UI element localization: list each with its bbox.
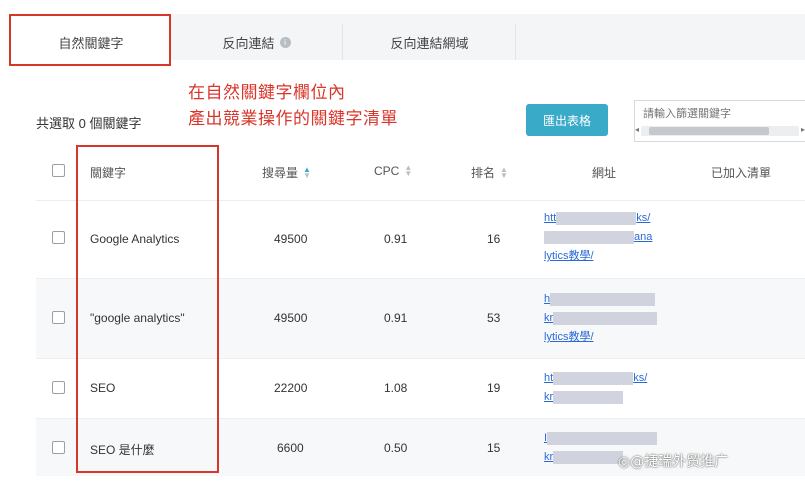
url-link[interactable]: lytics教學/ — [544, 247, 684, 266]
row-checkbox[interactable] — [52, 311, 65, 324]
cpc-cell: 1.08 — [384, 381, 408, 395]
tab-organic-keywords[interactable]: 自然關鍵字 — [12, 24, 170, 60]
tab-label: 自然關鍵字 — [58, 35, 124, 51]
tab-bar: 自然關鍵字 反向連結 i 反向連結網域 — [0, 14, 805, 60]
sort-icon: ▲ ▼ — [303, 164, 311, 180]
volume-cell: 22200 — [274, 381, 308, 395]
sort-icon: ▲ ▼ — [404, 163, 413, 178]
volume-cell: 6600 — [277, 441, 304, 455]
keyword-cell: "google analytics" — [90, 311, 185, 325]
row-checkbox[interactable] — [52, 441, 65, 454]
header-url: 網址 — [592, 166, 617, 180]
header-rank-label: 排名 — [471, 166, 496, 180]
redacted-block — [553, 371, 634, 385]
redacted-block — [547, 431, 658, 445]
url-text: htt — [544, 212, 557, 224]
select-all-checkbox[interactable] — [52, 164, 65, 177]
url-text: ana — [634, 231, 653, 243]
annotation-line-2: 產出競業操作的關鍵字清單 — [188, 109, 398, 129]
url-text: kr — [544, 451, 554, 463]
url-link[interactable]: htt ks/ — [544, 209, 684, 228]
url-cell[interactable]: ht ks/ kr — [544, 369, 684, 407]
selected-count: 共選取 0 個關鍵字 — [36, 116, 142, 131]
redacted-block — [553, 450, 624, 464]
tab-referring-domains[interactable]: 反向連結網域 — [344, 24, 516, 60]
rank-cell: 15 — [487, 441, 501, 455]
header-volume[interactable]: 搜尋量 ▲ ▼ — [262, 164, 311, 181]
keyword-filter: ◂ ▸ — [634, 100, 805, 142]
redacted-block — [544, 230, 634, 244]
checkbox[interactable] — [52, 164, 65, 177]
table-row: SEO 22200 1.08 19 ht ks/ kr — [36, 358, 805, 418]
volume-cell: 49500 — [274, 311, 308, 325]
keyword-cell: Google Analytics — [90, 232, 180, 246]
url-text: ks/ — [636, 212, 651, 224]
checkbox[interactable] — [52, 381, 65, 394]
url-link[interactable]: I — [544, 429, 684, 448]
row-checkbox[interactable] — [52, 381, 65, 394]
header-volume-label: 搜尋量 — [262, 166, 299, 180]
tab-label: 反向連結 — [222, 35, 275, 51]
scroll-left-icon[interactable]: ◂ — [635, 125, 639, 134]
info-icon: i — [279, 36, 291, 48]
url-link[interactable]: ana — [544, 228, 684, 247]
url-link[interactable]: kr — [544, 388, 684, 407]
sort-icon: ▲ ▼ — [500, 164, 508, 180]
row-checkbox[interactable] — [52, 231, 65, 244]
table-row: Google Analytics 49500 0.91 16 htt ks/ an… — [36, 200, 805, 278]
url-text: ks/ — [633, 372, 648, 384]
tab-label: 反向連結網域 — [390, 35, 469, 51]
cpc-cell: 0.91 — [384, 311, 408, 325]
rank-cell: 53 — [487, 311, 501, 325]
url-link[interactable]: h — [544, 290, 684, 309]
cpc-cell: 0.91 — [384, 232, 408, 246]
checkbox[interactable] — [52, 441, 65, 454]
scroll-right-icon[interactable]: ▸ — [801, 125, 805, 134]
redacted-block — [553, 390, 624, 404]
url-text: kr — [544, 391, 554, 403]
redacted-block — [553, 311, 658, 325]
url-link[interactable]: lytics教學/ — [544, 328, 684, 347]
filter-scrollbar[interactable]: ◂ ▸ — [635, 125, 805, 136]
header-added-to-list: 已加入清單 — [711, 166, 772, 180]
url-link[interactable]: kr — [544, 309, 684, 328]
header-cpc-label: CPC — [374, 164, 400, 178]
table-row: "google analytics" 49500 0.91 53 h kr ly… — [36, 278, 805, 358]
url-cell[interactable]: htt ks/ ana lytics教學/ — [544, 209, 684, 266]
url-text: kr — [544, 312, 554, 324]
checkbox[interactable] — [52, 231, 65, 244]
table-header: 關鍵字 搜尋量 ▲ ▼ CPC ▲ ▼ 排名 ▲ ▼ 網址 已加入清單 — [36, 148, 805, 196]
tab-backlinks[interactable]: 反向連結 i — [171, 24, 343, 60]
watermark: ◎@捷瑞外贸推广 — [618, 454, 729, 470]
cpc-cell: 0.50 — [384, 441, 408, 455]
rank-cell: 16 — [487, 232, 501, 246]
scrollbar-thumb[interactable] — [649, 127, 769, 135]
checkbox[interactable] — [52, 311, 65, 324]
annotation-line-1: 在自然關鍵字欄位內 — [188, 83, 346, 103]
keyword-cell: SEO 是什麼 — [90, 443, 155, 457]
header-keyword[interactable]: 關鍵字 — [90, 164, 126, 181]
header-cpc[interactable]: CPC ▲ ▼ — [374, 163, 413, 179]
header-rank[interactable]: 排名 ▲ ▼ — [471, 164, 508, 181]
keyword-filter-input[interactable] — [643, 105, 793, 121]
volume-cell: 49500 — [274, 232, 308, 246]
rank-cell: 19 — [487, 381, 501, 395]
redacted-block — [550, 292, 656, 306]
annotation-text: 在自然關鍵字欄位內 產出競業操作的關鍵字清單 — [188, 80, 398, 132]
keyword-cell: SEO — [90, 381, 116, 395]
url-link[interactable]: ht ks/ — [544, 369, 684, 388]
redacted-block — [556, 211, 637, 225]
url-text: ht — [544, 372, 554, 384]
url-cell[interactable]: h kr lytics教學/ — [544, 290, 684, 347]
export-table-button[interactable]: 匯出表格 — [526, 104, 608, 136]
